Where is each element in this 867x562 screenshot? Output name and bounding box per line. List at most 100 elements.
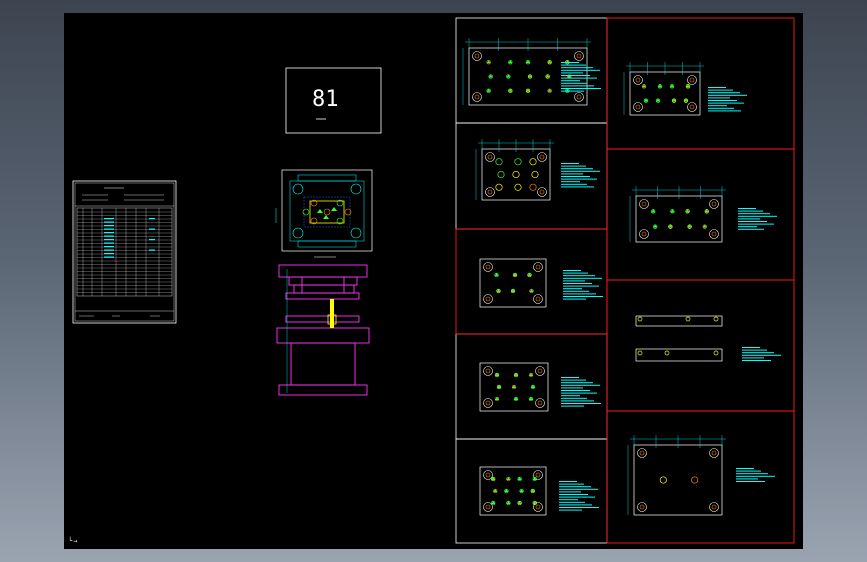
note-line: [561, 69, 600, 71]
note-line: [738, 218, 760, 220]
note-line: [561, 88, 601, 89]
cad-model-viewport[interactable]: 81 └→: [64, 13, 803, 549]
guide-hole-inner: [641, 201, 647, 207]
bom-cell-mark: [104, 249, 114, 251]
note-line: [563, 298, 586, 300]
title-code-box[interactable]: 81: [285, 67, 382, 134]
note-line: [736, 468, 754, 469]
guide-hole: [687, 102, 697, 112]
bom-cell-mark: [104, 239, 114, 241]
guide-hole: [483, 366, 493, 376]
thin-plate-pin: [713, 316, 719, 322]
thin-plate-pin: [637, 350, 643, 356]
cavity-hole: [495, 183, 503, 191]
assembly-plan-view[interactable]: [275, 169, 373, 258]
cad-drawing-canvas[interactable]: 81: [64, 13, 803, 549]
note-line: [708, 105, 727, 107]
cavity-hole: [495, 158, 503, 166]
plate-outline: [635, 348, 723, 362]
note-line: [561, 72, 583, 74]
guide-hole: [483, 294, 493, 304]
note-line: [563, 277, 602, 279]
guide-hole: [535, 398, 545, 408]
thin-plate-pin: [664, 350, 670, 356]
guide-hole: [535, 366, 545, 376]
note-line: [559, 501, 585, 503]
note-line: [736, 470, 761, 472]
note-line: [559, 494, 588, 495]
note-line: [561, 384, 600, 386]
guide-hole: [485, 187, 495, 197]
note-line: [561, 64, 586, 66]
guide-hole-inner: [576, 53, 582, 59]
note-line: [561, 77, 597, 79]
guide-hole-inner: [485, 472, 491, 478]
guide-hole-inner: [485, 400, 491, 406]
note-line: [563, 275, 595, 277]
note-line: [736, 475, 775, 477]
note-line: [561, 377, 579, 378]
note-line: [559, 509, 582, 511]
plan-hole: [292, 227, 304, 239]
plan-insert: [323, 215, 329, 219]
bom-cell-mark: [104, 228, 114, 230]
guide-hole-inner: [487, 154, 493, 160]
plate-drawing-1: [462, 38, 601, 106]
note-line: [559, 491, 581, 493]
ejector-pin: [327, 299, 337, 328]
note-line: [561, 75, 590, 76]
guide-hole: [633, 75, 643, 85]
note-line: [559, 488, 598, 490]
note-line: [561, 168, 593, 170]
note-line: [561, 395, 580, 397]
note-line: [738, 226, 757, 228]
note-line: [561, 178, 597, 180]
guide-hole-inner: [639, 504, 645, 510]
bom-sheet[interactable]: [72, 180, 177, 324]
guide-hole-inner: [474, 53, 480, 59]
assembly-side-view[interactable]: [276, 264, 370, 396]
plan-hole: [350, 183, 362, 195]
cavity-hole: [529, 158, 537, 166]
guide-hole-inner: [539, 154, 545, 160]
plate-drawing-5: [479, 466, 599, 516]
plate-drawing-9: [635, 348, 723, 362]
note-line: [561, 80, 580, 82]
guide-hole-inner: [635, 77, 641, 83]
cavity-hole: [514, 158, 522, 166]
note-line: [561, 163, 579, 164]
note-line: [561, 170, 600, 172]
plate-drawing-8: [635, 315, 781, 361]
note-line: [561, 382, 593, 384]
bom-cell-mark: [104, 246, 114, 248]
thin-plate-pin: [685, 316, 691, 322]
guide-hole: [472, 92, 482, 102]
sheet-plate-9: [606, 410, 795, 544]
guide-hole: [709, 448, 719, 458]
note-line: [561, 392, 597, 394]
note-line: [563, 296, 603, 297]
guide-hole: [483, 470, 493, 480]
bom-cell-mark: [104, 218, 114, 220]
bom-cell-mark: [104, 256, 114, 258]
note-line: [738, 215, 777, 217]
guide-hole-inner: [487, 189, 493, 195]
note-line: [708, 94, 747, 96]
note-line: [561, 400, 594, 402]
note-line: [559, 481, 577, 482]
plate-sheets-red[interactable]: [455, 17, 795, 544]
note-line: [708, 102, 744, 104]
note-line: [561, 82, 587, 84]
bom-cell-mark: [104, 221, 114, 223]
guide-hole-inner: [711, 201, 717, 207]
sheet-plate-8: [606, 279, 795, 412]
sheet-plate-7: [606, 148, 795, 281]
note-line: [738, 210, 763, 212]
note-line: [563, 285, 599, 287]
cavity-hole: [659, 476, 667, 484]
note-line: [742, 349, 767, 351]
note-line: [708, 92, 740, 94]
note-line: [563, 288, 582, 290]
note-line: [708, 110, 741, 112]
note-line: [561, 390, 590, 391]
